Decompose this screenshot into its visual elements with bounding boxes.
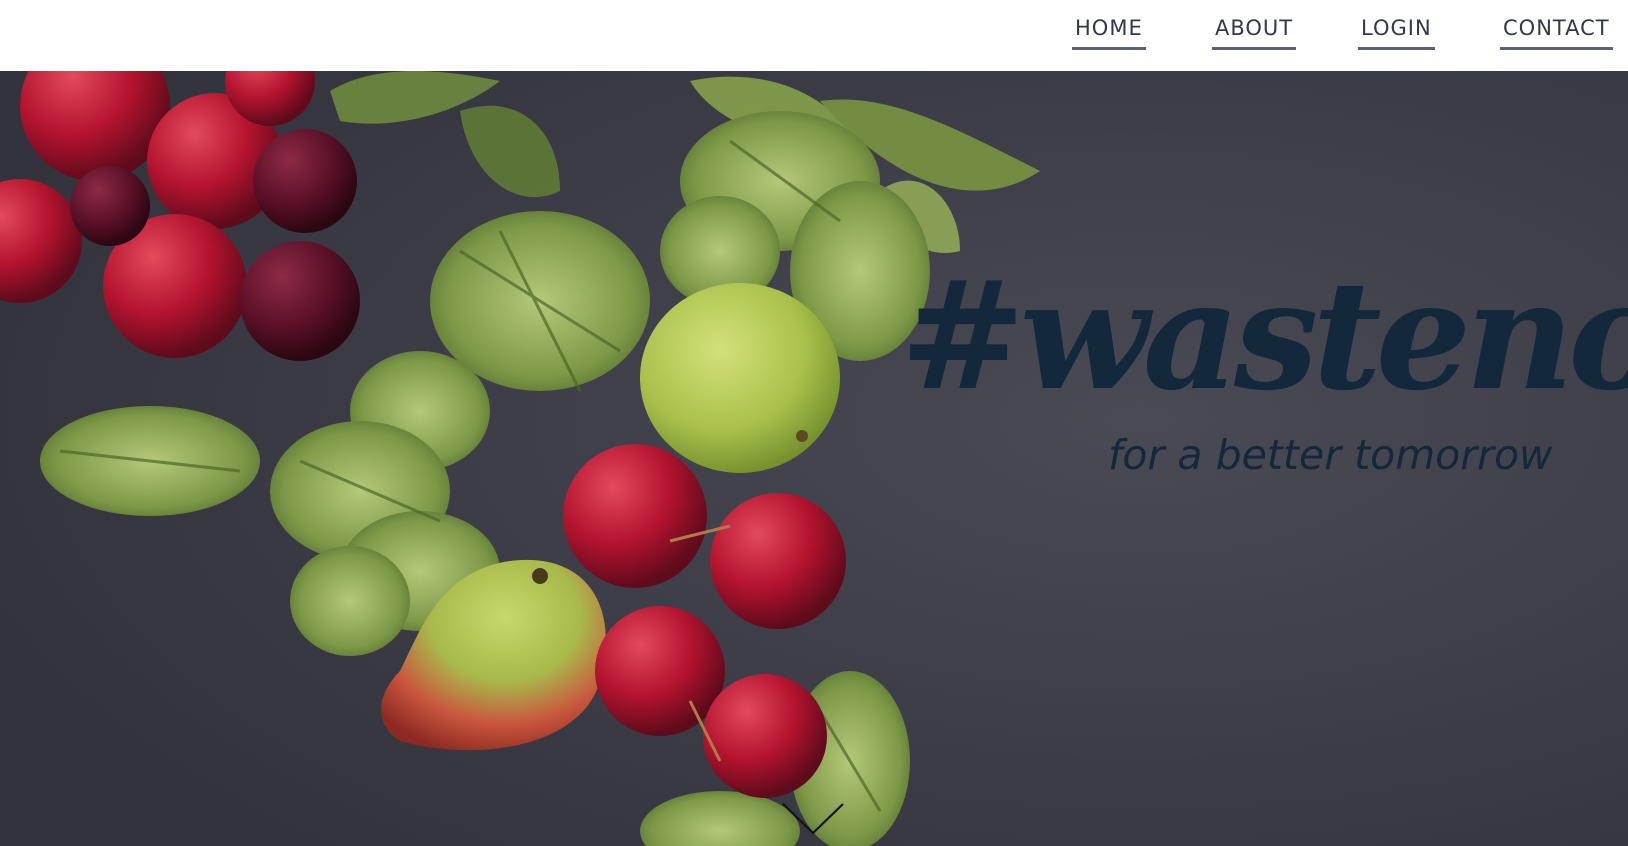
nav-login-link[interactable]: LOGIN [1358, 16, 1435, 50]
hero-tagline: for a better tomorrow [1108, 431, 1553, 479]
chevron-down-icon[interactable] [780, 801, 846, 837]
hero-banner: #wastenot for a better tomorrow [0, 71, 1628, 846]
nav-contact-link[interactable]: CONTACT [1500, 16, 1613, 50]
site-header: HOME ABOUT LOGIN CONTACT [0, 0, 1628, 71]
nav-home-link[interactable]: HOME [1072, 16, 1146, 50]
nav-about-link[interactable]: ABOUT [1212, 16, 1297, 50]
hero-headline: #wastenot [900, 248, 1628, 424]
